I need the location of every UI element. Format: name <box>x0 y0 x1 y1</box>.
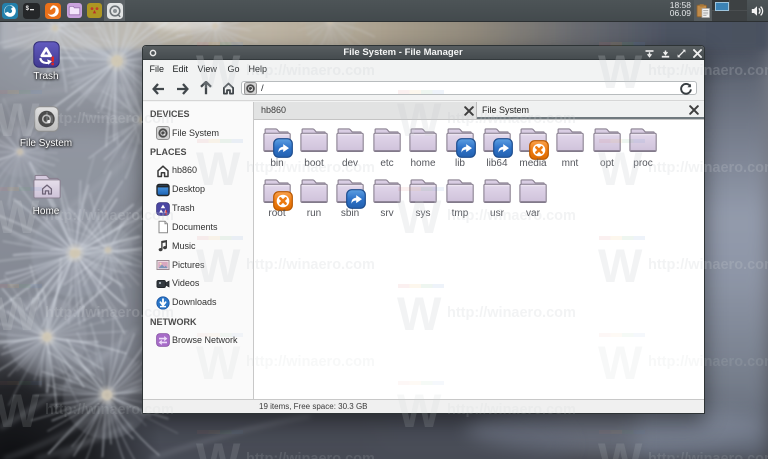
svg-text:$: $ <box>26 5 30 12</box>
